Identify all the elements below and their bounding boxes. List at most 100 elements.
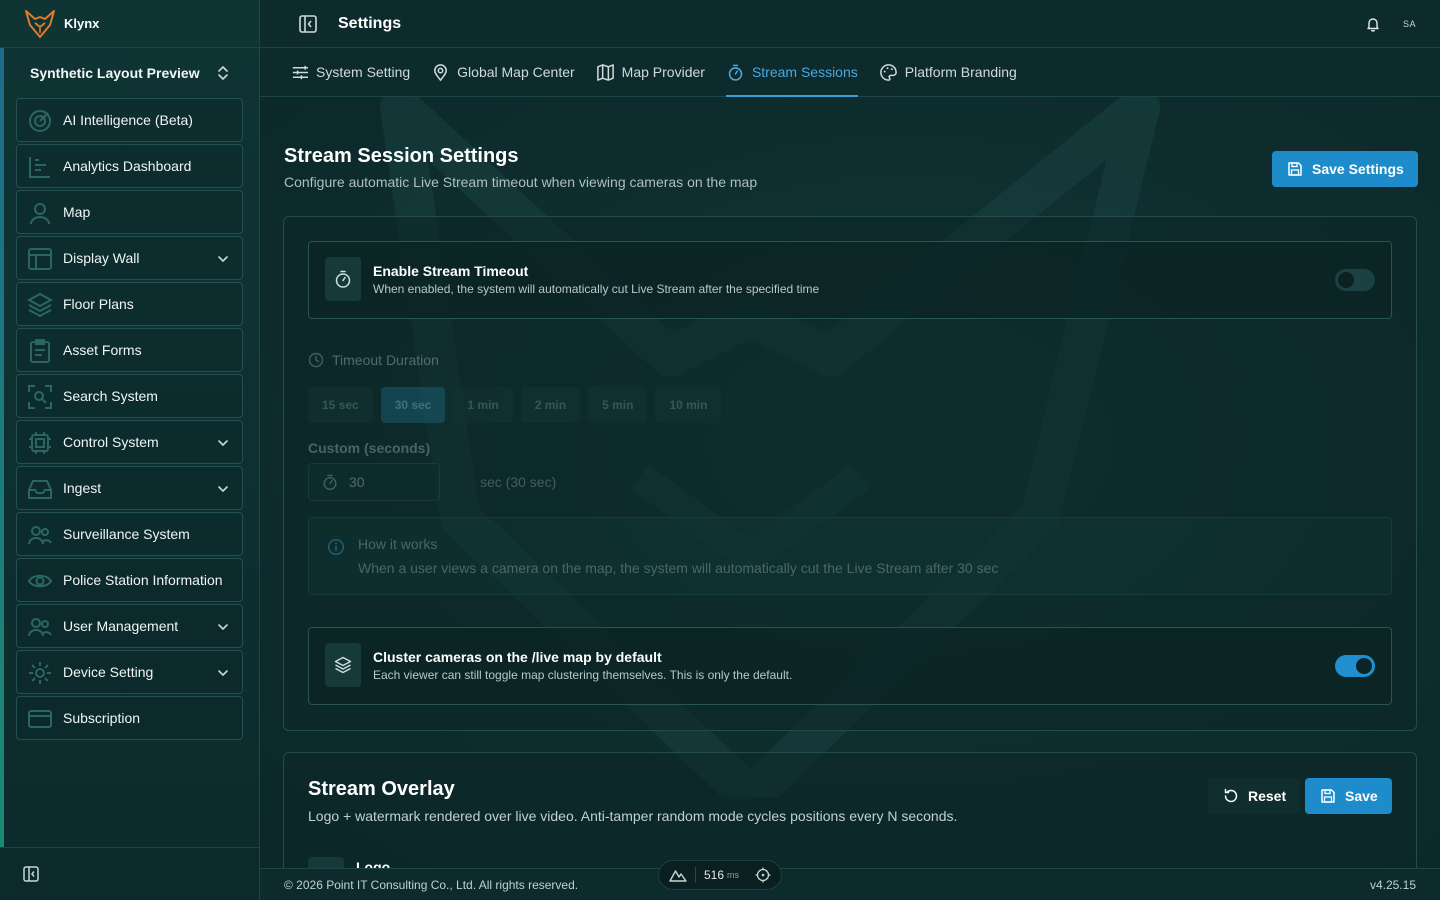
save-overlay-button[interactable]: Save (1305, 778, 1392, 814)
tab-label: Stream Sessions (751, 64, 858, 80)
toggle-panel-icon[interactable] (298, 14, 318, 34)
sidebar-item-search-system[interactable]: Search System (16, 374, 243, 418)
custom-seconds-hint: sec (30 sec) (480, 474, 557, 490)
layers-icon-wrap (325, 643, 361, 687)
gear-icon (29, 662, 51, 684)
timer-icon (728, 64, 743, 81)
timer-icon-wrap (325, 257, 361, 301)
brand-name: Klynx (64, 16, 100, 31)
sidebar-footer (0, 847, 260, 900)
tab-label: Platform Branding (904, 64, 1017, 80)
tab-label: Map Provider (621, 64, 705, 80)
save-icon (1288, 162, 1302, 176)
crosshair-icon[interactable] (755, 867, 771, 883)
latency-indicator[interactable]: 516 ms (658, 860, 782, 890)
map-icon (30, 203, 50, 225)
chevron-down-icon (218, 486, 228, 492)
sidebar-item-floor-plans[interactable]: Floor Plans (16, 282, 243, 326)
sidebar-item-map[interactable]: Map (16, 190, 243, 234)
tab-map-provider[interactable]: Map Provider (596, 48, 705, 96)
users-icon (28, 526, 52, 545)
sidebar-item-police-station-information[interactable]: Police Station Information (16, 558, 243, 602)
sidebar-collapse-icon[interactable] (22, 865, 40, 883)
topbar: Settings SA (260, 0, 1440, 48)
save-icon (1321, 789, 1335, 803)
clock-icon (308, 352, 324, 368)
sidebar-item-label: Police Station Information (63, 572, 223, 588)
tab-label: System Setting (316, 64, 411, 80)
sidebar-item-ai-intelligence-beta[interactable]: AI Intelligence (Beta) (16, 98, 243, 142)
inbox-icon (28, 480, 52, 499)
latency-value: 516 (704, 868, 725, 882)
tab-system-setting[interactable]: System Setting (290, 48, 410, 96)
stream-session-card: Enable Stream Timeout When enabled, the … (283, 216, 1417, 731)
cluster-cameras-title: Cluster cameras on the /live map by defa… (373, 649, 662, 665)
eye-icon (27, 574, 53, 588)
cluster-cameras-description: Each viewer can still toggle map cluster… (373, 668, 793, 682)
preset-button[interactable]: 1 min (453, 387, 513, 423)
chevron-down-icon (218, 670, 228, 676)
stream-overlay-card: Stream Overlay Logo + watermark rendered… (283, 752, 1417, 868)
tab-platform-branding[interactable]: Platform Branding (879, 48, 1017, 96)
sidebar-item-label: Surveillance System (63, 526, 190, 542)
clipboard-icon (30, 339, 50, 363)
sidebar-item-ingest[interactable]: Ingest (16, 466, 243, 510)
sidebar-item-subscription[interactable]: Subscription (16, 696, 243, 740)
sidebar-item-display-wall[interactable]: Display Wall (16, 236, 243, 280)
how-it-works-text: When a user views a camera on the map, t… (358, 560, 999, 576)
footer: © 2026 Point IT Consulting Co., Ltd. All… (260, 868, 1440, 900)
sidebar-item-label: User Management (63, 618, 179, 634)
sidebar-item-label: Floor Plans (63, 296, 134, 312)
enable-timeout-toggle[interactable] (1335, 269, 1375, 291)
how-it-works-title: How it works (358, 536, 438, 552)
sidebar-item-label: Asset Forms (63, 342, 142, 358)
preset-button[interactable]: 5 min (588, 387, 648, 423)
palette-icon (879, 63, 897, 81)
tab-stream-sessions[interactable]: Stream Sessions (725, 48, 858, 97)
sliders-icon (292, 65, 309, 79)
workspace-switcher[interactable]: Synthetic Layout Preview (18, 48, 243, 98)
preset-button[interactable]: 15 sec (308, 387, 373, 423)
custom-seconds-input[interactable] (349, 474, 429, 490)
stream-session-header: Stream Session Settings Configure automa… (284, 145, 757, 190)
reset-label: Reset (1248, 788, 1287, 804)
preset-button[interactable]: 10 min (655, 387, 722, 423)
avatar[interactable]: SA (1403, 19, 1416, 29)
layers-icon (27, 292, 53, 318)
sidebar-item-label: Subscription (63, 710, 141, 726)
sidebar-item-user-management[interactable]: User Management (16, 604, 243, 648)
sidebar-accent-bar (0, 48, 4, 848)
sidebar-item-asset-forms[interactable]: Asset Forms (16, 328, 243, 372)
tab-global-map-center[interactable]: Global Map Center (431, 48, 575, 96)
save-settings-button[interactable]: Save Settings (1272, 151, 1418, 187)
chart-icon (29, 157, 50, 178)
save-settings-label: Save Settings (1312, 161, 1404, 177)
custom-seconds-label: Custom (seconds) (308, 440, 431, 456)
brand[interactable]: Klynx (0, 0, 259, 48)
timeout-presets: 15 sec 30 sec 1 min 2 min 5 min 10 min (308, 387, 722, 423)
reset-icon (1224, 788, 1238, 803)
settings-tabs: System Setting Global Map Center Map Provi… (260, 48, 1440, 97)
sidebar-item-device-setting[interactable]: Device Setting (16, 650, 243, 694)
sidebar-item-label: Display Wall (63, 250, 140, 266)
reset-button[interactable]: Reset (1208, 778, 1301, 814)
sidebar-item-analytics-dashboard[interactable]: Analytics Dashboard (16, 144, 243, 188)
sidebar-item-control-system[interactable]: Control System (16, 420, 243, 464)
scan-icon (28, 385, 52, 409)
logo-section-icon (308, 857, 344, 868)
preset-button[interactable]: 2 min (520, 387, 581, 423)
logo-section-title: Logo (356, 859, 391, 868)
sidebar-item-surveillance-system[interactable]: Surveillance System (16, 512, 243, 556)
custom-seconds-field[interactable] (308, 463, 440, 501)
workspace-name: Synthetic Layout Preview (30, 65, 200, 81)
bell-icon[interactable] (1365, 16, 1381, 32)
cluster-cameras-toggle[interactable] (1335, 655, 1375, 677)
enable-timeout-title: Enable Stream Timeout (373, 263, 529, 279)
sidebar-item-label: Control System (63, 434, 159, 450)
sidebar-item-label: Analytics Dashboard (63, 158, 192, 174)
enable-timeout-row: Enable Stream Timeout When enabled, the … (308, 241, 1392, 319)
stream-session-subtitle: Configure automatic Live Stream timeout … (284, 174, 758, 190)
timer-icon (323, 474, 337, 491)
page-title: Settings (338, 14, 402, 32)
preset-button[interactable]: 30 sec (380, 387, 446, 423)
